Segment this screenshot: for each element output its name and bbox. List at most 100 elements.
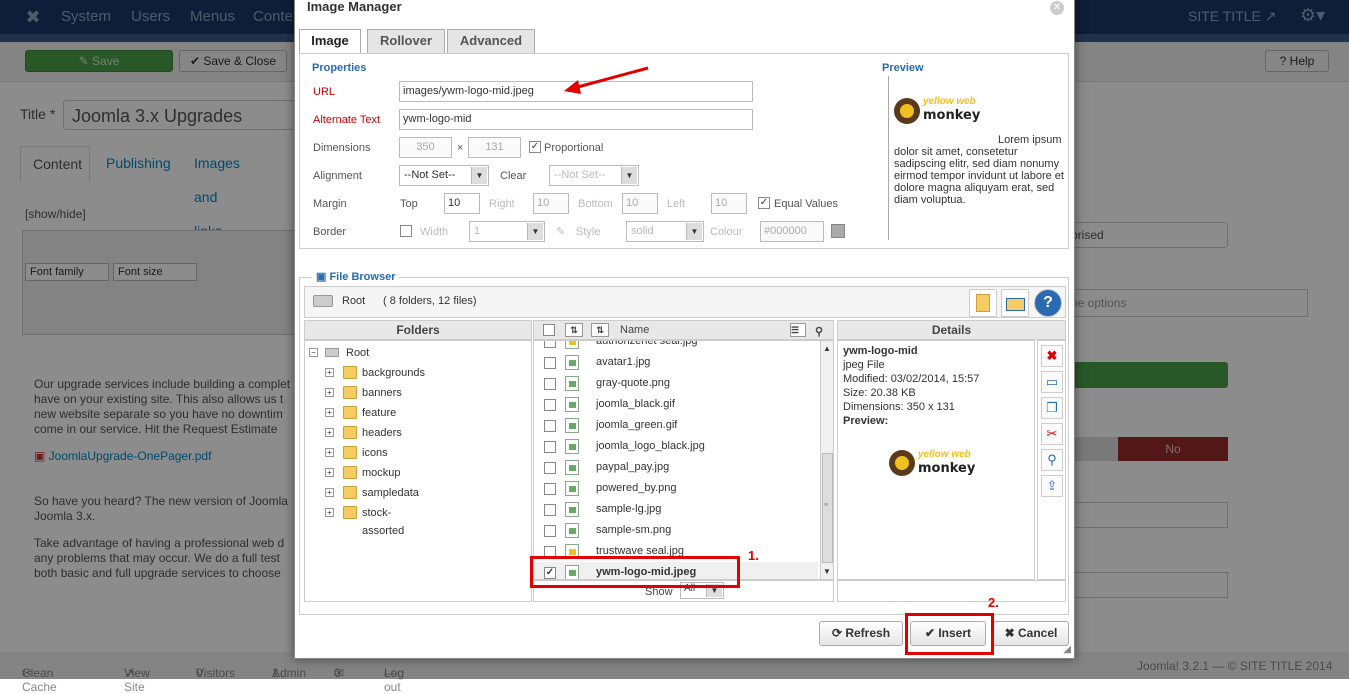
expand-icon[interactable]: + xyxy=(325,448,334,457)
help-icon[interactable]: ? xyxy=(1034,289,1062,317)
file-name: joomla_black.gif xyxy=(596,398,675,410)
folder-name: icons xyxy=(362,447,388,459)
margin-top-input[interactable]: 10 xyxy=(444,193,480,214)
file-row[interactable]: gray-quote.png xyxy=(534,373,818,394)
detail-preview-logo: yellow web monkey xyxy=(889,449,989,480)
image-file-icon xyxy=(565,439,579,454)
name-column-label[interactable]: Name xyxy=(620,321,649,339)
file-checkbox[interactable] xyxy=(544,399,556,411)
file-row[interactable]: joomla_logo_black.jpg xyxy=(534,436,818,457)
file-name: powered_by.png xyxy=(596,482,677,494)
colour-picker-icon[interactable] xyxy=(831,224,845,238)
scroll-down-icon[interactable]: ▼ xyxy=(823,567,831,576)
annotation-box-file xyxy=(530,556,740,588)
margin-right-input[interactable]: 10 xyxy=(533,193,569,214)
tab-rollover[interactable]: Rollover xyxy=(367,29,445,53)
file-row[interactable]: sample-lg.jpg xyxy=(534,499,818,520)
rename-icon[interactable]: ▭ xyxy=(1041,371,1063,393)
expand-icon[interactable]: + xyxy=(325,388,334,397)
sort-icon[interactable]: ⇅ xyxy=(565,323,583,337)
image-file-icon xyxy=(565,397,579,412)
clear-select[interactable]: --Not Set-- ▼ xyxy=(549,165,639,186)
folder-name: sampledata xyxy=(362,487,419,499)
file-checkbox[interactable] xyxy=(544,525,556,537)
tab-advanced[interactable]: Advanced xyxy=(447,29,535,53)
drive-icon xyxy=(325,348,339,357)
file-row[interactable]: authorizenet seal.jpg xyxy=(534,341,818,352)
url-label: URL xyxy=(313,86,336,98)
file-checkbox[interactable] xyxy=(544,483,556,495)
delete-icon[interactable]: ✖ xyxy=(1041,345,1063,367)
expand-icon[interactable]: + xyxy=(325,368,334,377)
file-row[interactable]: sample-sm.png xyxy=(534,520,818,541)
times-sign: × xyxy=(457,142,464,154)
sort-name-icon[interactable]: ⇅ xyxy=(591,323,609,337)
border-style-select[interactable]: solid ▼ xyxy=(626,221,704,242)
file-row[interactable]: joomla_black.gif xyxy=(534,394,818,415)
cancel-button[interactable]: ✖ Cancel xyxy=(993,621,1069,646)
collapse-icon[interactable]: − xyxy=(309,348,318,357)
image-file-icon xyxy=(565,460,579,475)
border-checkbox[interactable] xyxy=(400,225,412,237)
new-folder-icon[interactable] xyxy=(969,289,997,317)
expand-icon[interactable]: + xyxy=(325,508,334,517)
details-header: Details xyxy=(837,320,1066,340)
file-checkbox[interactable] xyxy=(544,420,556,432)
alignment-select[interactable]: --Not Set-- ▼ xyxy=(399,165,489,186)
file-name: joomla_green.gif xyxy=(596,419,678,431)
view-icon[interactable]: ⚲ xyxy=(1041,449,1063,471)
scrollbar-thumb[interactable]: ≡ xyxy=(822,453,833,563)
equal-values-checkbox[interactable]: ✓ xyxy=(758,197,770,209)
border-colour-input[interactable]: #000000 xyxy=(760,221,824,242)
tab-image[interactable]: Image xyxy=(299,29,361,54)
file-row[interactable]: avatar1.jpg xyxy=(534,352,818,373)
detail-name: ywm-logo-mid xyxy=(843,345,918,357)
folder-name: mockup xyxy=(362,467,401,479)
refresh-button[interactable]: ⟳ Refresh xyxy=(819,621,903,646)
expand-icon[interactable]: + xyxy=(325,428,334,437)
copy-icon[interactable]: ❐ xyxy=(1041,397,1063,419)
warning-file-icon xyxy=(565,341,579,349)
alt-text-input[interactable]: ywm-logo-mid xyxy=(399,109,753,130)
file-checkbox[interactable] xyxy=(544,378,556,390)
root-label[interactable]: Root xyxy=(342,295,365,307)
expand-icon[interactable]: + xyxy=(325,488,334,497)
width-input[interactable]: 350 xyxy=(399,137,452,158)
close-icon[interactable]: ✕ xyxy=(1050,1,1064,15)
select-all-checkbox[interactable] xyxy=(543,324,555,336)
file-checkbox[interactable] xyxy=(544,441,556,453)
file-checkbox[interactable] xyxy=(544,504,556,516)
upload-icon[interactable] xyxy=(1001,289,1029,317)
file-actions: ✖ ▭ ❐ ✂ ⚲ ⇪ xyxy=(1037,340,1066,580)
file-row[interactable]: paypal_pay.jpg xyxy=(534,457,818,478)
properties-panel: Properties URL images/ywm-logo-mid.jpeg … xyxy=(299,53,1069,249)
name-header: ⇅ ⇅ Name ☰ ⚲ xyxy=(533,320,834,340)
file-checkbox[interactable] xyxy=(544,462,556,474)
file-row[interactable]: joomla_green.gif xyxy=(534,415,818,436)
border-width-select[interactable]: 1 ▼ xyxy=(469,221,545,242)
preview-heading: Preview xyxy=(882,62,924,74)
folder-icon xyxy=(343,506,357,519)
margin-bottom-input[interactable]: 10 xyxy=(622,193,658,214)
proportional-checkbox[interactable]: ✓ xyxy=(529,141,541,153)
margin-left-input[interactable]: 10 xyxy=(711,193,747,214)
resize-grip-icon[interactable]: ◢ xyxy=(1063,644,1071,655)
scroll-up-icon[interactable]: ▲ xyxy=(823,344,831,353)
height-input[interactable]: 131 xyxy=(468,137,521,158)
list-view-icon[interactable]: ☰ xyxy=(790,323,806,337)
file-list-scrollbar[interactable]: ▲ ≡ ▼ xyxy=(820,341,833,579)
image-file-icon xyxy=(565,481,579,496)
cut-icon[interactable]: ✂ xyxy=(1041,423,1063,445)
insert-file-icon[interactable]: ⇪ xyxy=(1041,475,1063,497)
detail-preview-label: Preview: xyxy=(843,415,889,427)
binoculars-icon[interactable]: ⚲ xyxy=(815,323,823,341)
file-row[interactable]: powered_by.png xyxy=(534,478,818,499)
file-checkbox[interactable] xyxy=(544,341,556,348)
file-checkbox[interactable] xyxy=(544,357,556,369)
file-browser: ▣ File Browser Root ( 8 folders, 12 file… xyxy=(299,270,1069,615)
dimensions-label: Dimensions xyxy=(313,142,371,154)
expand-icon[interactable]: + xyxy=(325,408,334,417)
expand-icon[interactable]: + xyxy=(325,468,334,477)
file-list: authorizenet seal.jpg avatar1.jpg gray-quo… xyxy=(533,340,834,580)
alignment-label: Alignment xyxy=(313,170,362,182)
